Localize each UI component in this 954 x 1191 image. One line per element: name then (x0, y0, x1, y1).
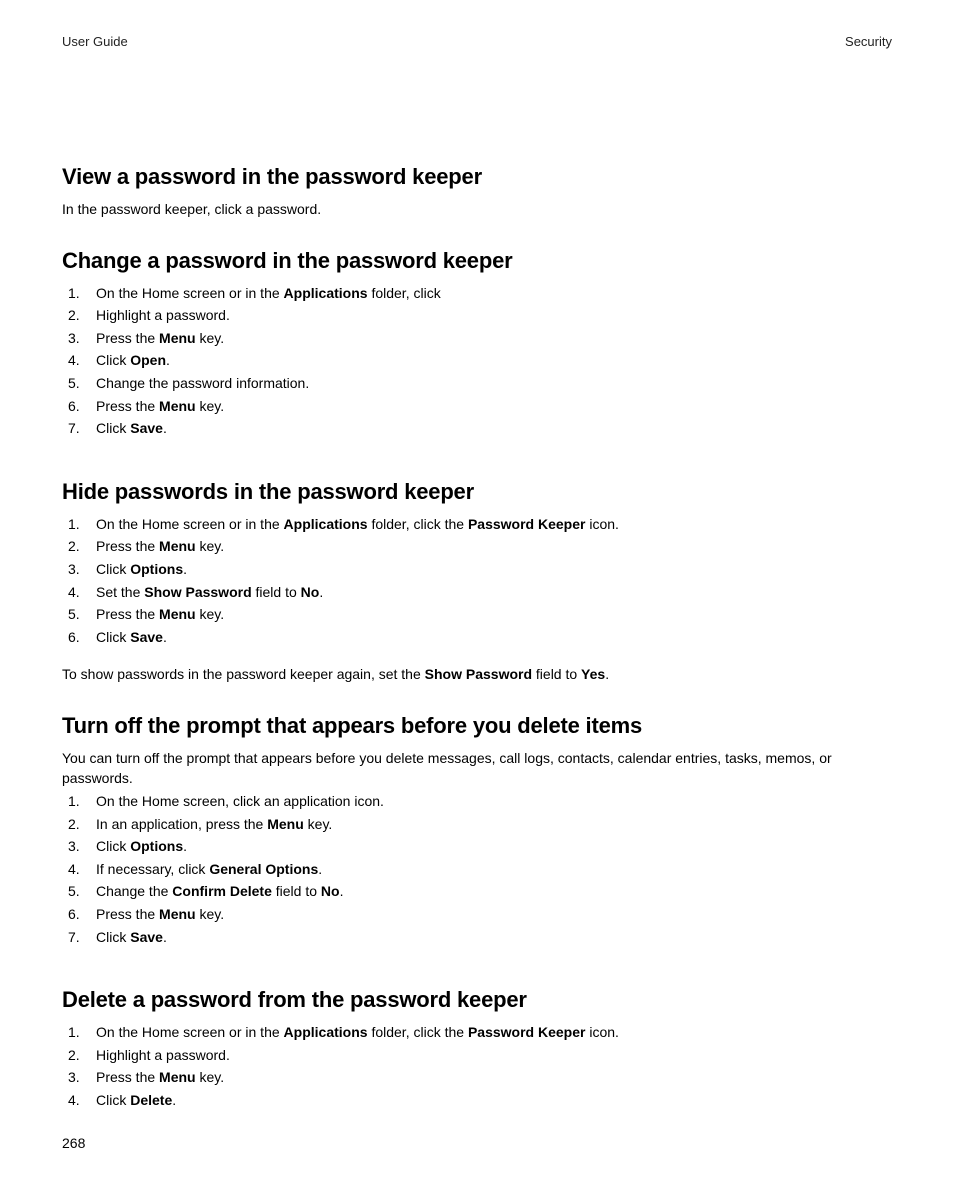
section-heading: View a password in the password keeper (62, 164, 892, 190)
header-left: User Guide (62, 34, 128, 49)
page-number: 268 (62, 1135, 85, 1151)
section-heading: Hide passwords in the password keeper (62, 479, 892, 505)
step-item: Change the password information. (90, 374, 892, 394)
note-text: To show passwords in the password keeper… (62, 665, 892, 685)
step-list: On the Home screen, click an application… (62, 792, 892, 947)
bold-text: Applications (284, 516, 368, 532)
bold-text: Yes (581, 666, 605, 682)
step-item: Press the Menu key. (90, 905, 892, 925)
step-item: Press the Menu key. (90, 605, 892, 625)
step-item: Press the Menu key. (90, 329, 892, 349)
step-list: On the Home screen or in the Application… (62, 284, 892, 439)
bold-text: Show Password (425, 666, 532, 682)
bold-text: Delete (130, 1092, 172, 1108)
step-item: Click Delete. (90, 1091, 892, 1111)
section-heading: Delete a password from the password keep… (62, 987, 892, 1013)
bold-text: Open (130, 352, 166, 368)
step-item: Press the Menu key. (90, 1068, 892, 1088)
content: View a password in the password keeper In… (62, 164, 892, 1151)
step-list: On the Home screen or in the Application… (62, 515, 892, 648)
bold-text: Save (130, 420, 163, 436)
bold-text: Menu (267, 816, 304, 832)
page-header: User Guide Security (62, 34, 892, 49)
step-item: On the Home screen or in the Application… (90, 284, 892, 304)
step-item: If necessary, click General Options. (90, 860, 892, 880)
step-item: Click Open. (90, 351, 892, 371)
section-heading: Change a password in the password keeper (62, 248, 892, 274)
step-item: In an application, press the Menu key. (90, 815, 892, 835)
step-item: Press the Menu key. (90, 537, 892, 557)
section-heading: Turn off the prompt that appears before … (62, 713, 892, 739)
bold-text: Menu (159, 606, 196, 622)
bold-text: Save (130, 929, 163, 945)
bold-text: Applications (284, 285, 368, 301)
step-item: On the Home screen or in the Application… (90, 1023, 892, 1043)
bold-text: Password Keeper (468, 516, 586, 532)
step-item: Click Save. (90, 419, 892, 439)
bold-text: General Options (209, 861, 318, 877)
bold-text: Menu (159, 398, 196, 414)
step-item: Set the Show Password field to No. (90, 583, 892, 603)
step-item: Change the Confirm Delete field to No. (90, 882, 892, 902)
header-right: Security (845, 34, 892, 49)
bold-text: Save (130, 629, 163, 645)
bold-text: Password Keeper (468, 1024, 586, 1040)
step-item: Click Options. (90, 837, 892, 857)
bold-text: No (321, 883, 340, 899)
step-item: On the Home screen or in the Application… (90, 515, 892, 535)
page: User Guide Security View a password in t… (0, 0, 954, 1191)
bold-text: Options (130, 838, 183, 854)
step-item: Highlight a password. (90, 1046, 892, 1066)
step-item: Click Save. (90, 928, 892, 948)
bold-text: No (301, 584, 320, 600)
bold-text: Applications (284, 1024, 368, 1040)
bold-text: Menu (159, 538, 196, 554)
bold-text: Show Password (144, 584, 251, 600)
body-text: In the password keeper, click a password… (62, 200, 892, 220)
step-item: Highlight a password. (90, 306, 892, 326)
step-item: Press the Menu key. (90, 397, 892, 417)
bold-text: Menu (159, 1069, 196, 1085)
step-list: On the Home screen or in the Application… (62, 1023, 892, 1110)
bold-text: Options (130, 561, 183, 577)
intro-text: You can turn off the prompt that appears… (62, 749, 892, 788)
bold-text: Menu (159, 330, 196, 346)
step-item: Click Options. (90, 560, 892, 580)
step-item: Click Save. (90, 628, 892, 648)
bold-text: Confirm Delete (172, 883, 272, 899)
bold-text: Menu (159, 906, 196, 922)
step-item: On the Home screen, click an application… (90, 792, 892, 812)
